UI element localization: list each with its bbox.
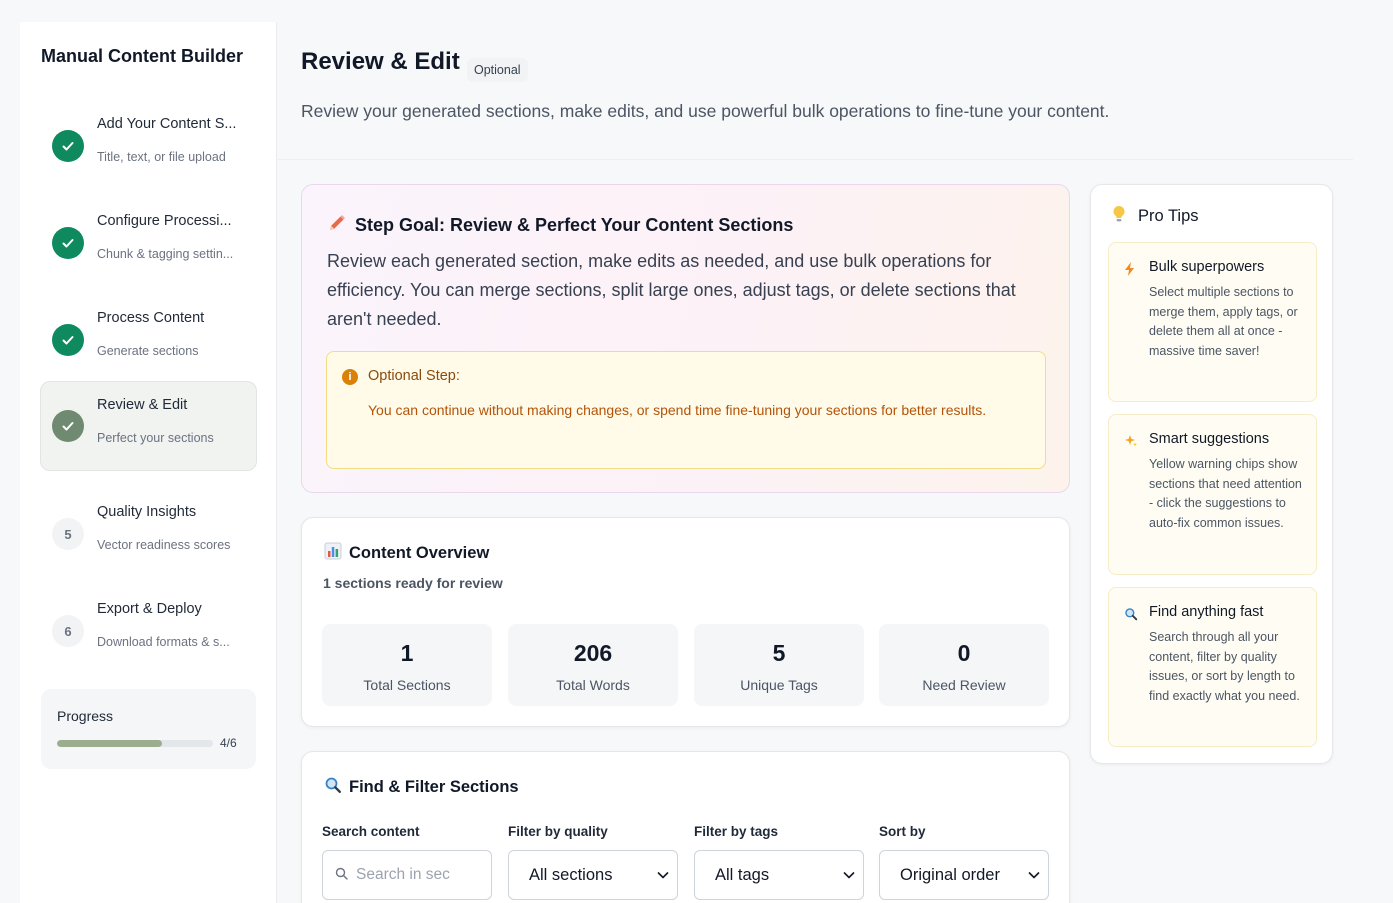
stat-label: Unique Tags [740,677,818,693]
sort-label: Sort by [879,824,926,839]
stat-value: 1 [400,640,414,666]
goal-text: Review each generated section, make edit… [327,251,1016,329]
stat-value: 5 [772,640,786,666]
step-subtitle: Generate sections [97,344,199,358]
overview-heading: Content Overview [324,542,489,565]
quality-filter-value: All sections [529,865,613,884]
tip-find-anything: Find anything fast Search through all yo… [1108,587,1317,747]
step-title: Quality Insights [97,504,197,520]
pro-tips-card: Pro Tips Bulk superpowers Select multipl… [1090,184,1333,764]
tags-filter-label: Filter by tags [694,824,779,839]
search-input[interactable]: Search in sec [322,850,492,900]
tip-title: Smart suggestions [1149,431,1270,447]
sidebar-title: Manual Content Builder [41,46,243,66]
progress-fill [57,740,162,747]
chevron-down-icon [843,868,859,882]
step-export-deploy[interactable]: 6 Export & Deploy Download formats & s..… [40,578,257,668]
step-subtitle: Title, text, or file upload [97,150,226,164]
tip-smart-suggestions: Smart suggestions Yellow warning chips s… [1108,414,1317,575]
chevron-down-icon [1028,868,1044,882]
search-label: Search content [322,824,420,839]
tip-bulk-superpowers: Bulk superpowers Select multiple section… [1108,242,1317,402]
sort-value: Original order [900,865,1000,884]
step-configure-processing[interactable]: Configure Processi... Chunk & tagging se… [40,190,257,280]
pencil-icon [327,213,347,238]
tags-filter-select[interactable]: All tags [694,850,864,900]
sidebar: Manual Content Builder Add Your Content … [20,22,277,903]
page-description: Review your generated sections, make edi… [301,101,1110,121]
step-subtitle: Chunk & tagging settin... [97,247,234,261]
tags-filter-value: All tags [715,865,770,884]
quality-filter-label: Filter by quality [508,824,608,839]
stat-need-review: 0 Need Review [879,624,1049,706]
stat-total-words: 206 Total Words [508,624,678,706]
chevron-down-icon [657,868,673,882]
check-icon [52,130,84,162]
stat-label: Total Sections [363,677,451,693]
progress-bar [57,740,213,747]
check-icon [52,227,84,259]
overview-subtitle: 1 sections ready for review [323,575,503,591]
optional-notice: i Optional Step: You can continue withou… [326,351,1046,469]
notice-text: You can continue without making changes,… [368,402,987,418]
step-process-content[interactable]: Process Content Generate sections [40,287,257,377]
find-filter-card: Find & Filter Sections Search content Se… [301,751,1070,903]
step-review-edit[interactable]: Review & Edit Perfect your sections [40,381,257,471]
magnifier-icon [324,776,342,799]
quality-filter-select[interactable]: All sections [508,850,678,900]
stat-value: 0 [957,640,971,666]
check-icon [52,324,84,356]
filter-title: Find & Filter Sections [349,778,519,796]
notice-title: Optional Step: [368,368,460,384]
lightbulb-icon [1111,205,1127,228]
step-subtitle: Perfect your sections [97,431,214,445]
tip-title: Bulk superpowers [1149,259,1265,275]
stat-label: Total Words [556,677,630,693]
tip-text: Yellow warning chips show sections that … [1149,457,1302,530]
step-number: 6 [52,615,84,647]
stat-value: 206 [573,640,613,666]
check-icon [52,410,84,442]
search-placeholder: Search in sec [356,866,450,883]
tip-text: Search through all your content, filter … [1149,630,1300,703]
step-title: Process Content [97,310,205,326]
progress-count: 4/6 [220,736,237,750]
sort-select[interactable]: Original order [879,850,1049,900]
bar-chart-icon [324,542,342,565]
step-quality-insights[interactable]: 5 Quality Insights Vector readiness scor… [40,481,257,571]
optional-badge: Optional [467,58,528,82]
stat-total-sections: 1 Total Sections [322,624,492,706]
info-icon: i [342,369,358,385]
step-title: Configure Processi... [97,213,232,229]
step-goal-card: Step Goal: Review & Perfect Your Content… [301,184,1070,493]
stat-unique-tags: 5 Unique Tags [694,624,864,706]
filter-heading: Find & Filter Sections [324,776,519,799]
magnifier-icon [1124,607,1138,624]
overview-title: Content Overview [349,544,490,562]
step-number: 5 [52,518,84,550]
tips-heading: Pro Tips [1111,205,1199,228]
search-icon [335,867,348,883]
goal-heading: Step Goal: Review & Perfect Your Content… [327,213,793,238]
goal-title: Step Goal: Review & Perfect Your Content… [355,215,794,235]
step-title: Add Your Content S... [97,116,237,132]
content-overview-card: Content Overview 1 sections ready for re… [301,517,1070,727]
step-subtitle: Vector readiness scores [97,538,231,552]
step-add-content[interactable]: Add Your Content S... Title, text, or fi… [40,93,257,183]
tips-title: Pro Tips [1138,207,1199,225]
sparkles-icon [1124,434,1138,451]
step-subtitle: Download formats & s... [97,635,230,649]
step-title: Export & Deploy [97,601,202,617]
stat-label: Need Review [922,677,1006,693]
lightning-icon [1124,262,1136,279]
tip-text: Select multiple sections to merge them, … [1149,285,1298,358]
step-title: Review & Edit [97,397,188,413]
header-divider [278,159,1353,160]
tip-title: Find anything fast [1149,604,1264,620]
page-title: Review & Edit [301,48,460,75]
progress-label: Progress [57,708,114,724]
progress-card: Progress 4/6 [41,689,256,769]
